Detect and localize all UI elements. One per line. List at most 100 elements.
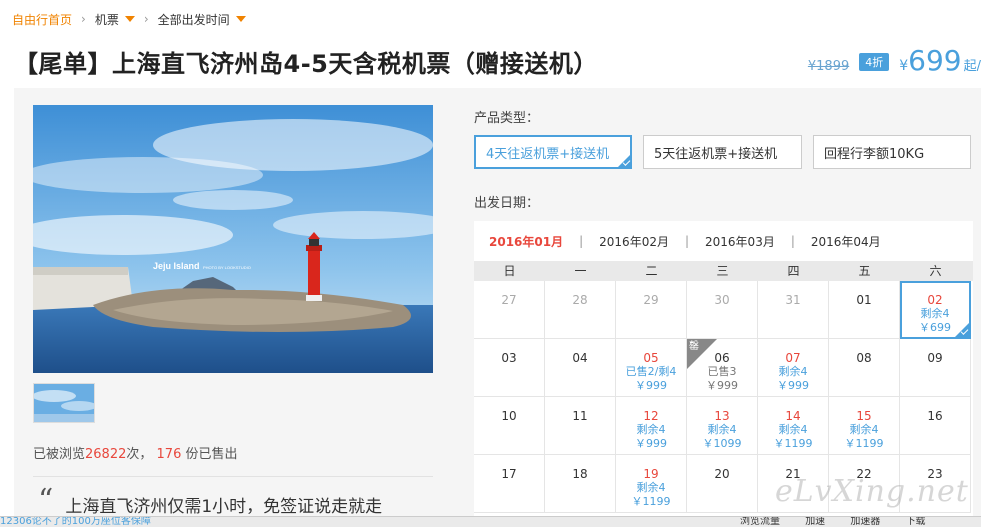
original-price: ¥1899 <box>807 59 850 74</box>
calendar-day-number: 19 <box>643 467 659 481</box>
current-price: 699 <box>908 44 962 77</box>
photo-caption-credit: PHOTO BY LOOKSTUDIO <box>203 265 251 270</box>
calendar-day-number: 08 <box>856 351 872 365</box>
product-type-option-2[interactable]: 5天往返机票+接送机 <box>643 135 802 169</box>
month-tab-feb[interactable]: 2016年02月 <box>599 233 669 250</box>
product-type-option-3[interactable]: 回程行李额10KG <box>813 135 971 169</box>
product-quote: “ 上海直飞济州仅需1小时，免签证说走就走 <box>38 483 383 518</box>
product-type-option-label: 4天往返机票+接送机 <box>486 146 610 162</box>
weekday-header: 日 一 二 三 四 五 六 <box>474 261 973 281</box>
calendar-day-availability: 剩余4 <box>849 423 879 436</box>
currency-symbol: ¥ <box>899 58 909 74</box>
month-tab-jan[interactable]: 2016年01月 <box>489 233 563 250</box>
weekday-label: 二 <box>645 264 658 278</box>
check-icon <box>617 154 631 168</box>
weekday-label: 五 <box>858 264 871 278</box>
calendar-day-cell[interactable]: 19 剩余4 ￥1199 <box>616 455 687 513</box>
status-bar-ad-link[interactable]: 12306论不了的100万座位客保障 <box>0 517 151 527</box>
status-bar-tool[interactable]: 下载 <box>906 517 926 527</box>
calendar-day-cell: 30 <box>687 281 758 339</box>
month-separator: | <box>790 234 795 248</box>
breadcrumb-departure-time-label: 全部出发时间 <box>157 12 230 27</box>
month-tab-mar[interactable]: 2016年03月 <box>705 233 775 250</box>
page-title: 【尾单】上海直飞济州岛4-5天含税机票（赠接送机） <box>14 50 598 78</box>
calendar-day-cell[interactable]: 13 剩余4 ￥1099 <box>687 397 758 455</box>
calendar-day-number: 18 <box>572 467 588 481</box>
calendar-day-cell[interactable]: 罄 06 已售3 ￥999 <box>687 339 758 397</box>
views-prefix: 已被浏览 <box>33 447 86 462</box>
calendar-day-availability: 剩余4 <box>636 481 666 494</box>
breadcrumb-flights-dropdown[interactable]: 机票 <box>95 11 135 28</box>
calendar-day-cell[interactable]: 14 剩余4 ￥1199 <box>758 397 829 455</box>
price-suffix: 起/ <box>963 59 981 74</box>
calendar-day-number: 10 <box>501 409 517 423</box>
breadcrumb-departure-time-dropdown[interactable]: 全部出发时间 <box>158 11 246 28</box>
calendar-day-cell: 11 <box>545 397 616 455</box>
sales-stats: 已被浏览26822次， 176 份已售出 <box>33 443 238 462</box>
calendar-day-availability: 已售2/剩4 <box>625 365 677 378</box>
calendar-day-number: 27 <box>501 293 517 307</box>
calendar-day-number: 15 <box>856 409 872 423</box>
calendar-day-number: 09 <box>927 351 943 365</box>
divider <box>33 476 433 477</box>
calendar-day-number: 01 <box>856 293 872 307</box>
calendar-day-number: 05 <box>643 351 659 365</box>
views-count: 26822 <box>85 447 127 462</box>
views-suffix: 次， <box>126 447 153 462</box>
calendar-day-number: 31 <box>785 293 801 307</box>
sold-out-tag: 罄 <box>687 339 717 369</box>
quote-icon: “ <box>38 483 54 518</box>
status-bar-tool[interactable]: 浏览流量 <box>740 517 780 527</box>
quote-text: 上海直飞济州仅需1小时，免签证说走就走 <box>65 497 383 517</box>
product-type-option-label: 5天往返机票+接送机 <box>654 146 778 162</box>
calendar-day-price: ￥1099 <box>702 437 742 450</box>
calendar-day-availability: 剩余4 <box>707 423 737 436</box>
calendar-day-price: ￥1199 <box>631 495 671 508</box>
check-icon <box>955 323 969 337</box>
calendar-day-cell: 04 <box>545 339 616 397</box>
calendar-day-price: ￥999 <box>706 379 738 392</box>
weekday-label: 四 <box>787 264 800 278</box>
calendar-day-cell: 27 <box>474 281 545 339</box>
calendar-day-number: 02 <box>927 293 943 307</box>
calendar-day-cell[interactable]: 02 剩余4 ￥699 <box>900 281 971 339</box>
chevron-right-icon: › <box>81 12 86 26</box>
month-tab-apr[interactable]: 2016年04月 <box>811 233 881 250</box>
calendar-day-number: 16 <box>927 409 943 423</box>
calendar-day-cell: 28 <box>545 281 616 339</box>
breadcrumb-home-link[interactable]: 自由行首页 <box>12 11 72 28</box>
calendar-day-number: 30 <box>714 293 730 307</box>
caret-down-icon <box>124 16 135 22</box>
weekday-label: 一 <box>574 264 587 278</box>
chevron-right-icon: › <box>143 12 149 26</box>
calendar-day-number: 29 <box>643 293 659 307</box>
calendar-day-cell: 29 <box>616 281 687 339</box>
calendar-day-availability: 剩余4 <box>778 423 808 436</box>
status-bar-tool[interactable]: 加速器 <box>850 517 880 527</box>
calendar-day-number: 04 <box>572 351 588 365</box>
month-tabs: 2016年01月 | 2016年02月 | 2016年03月 | 2016年04… <box>474 221 973 261</box>
calendar-day-cell[interactable]: 07 剩余4 ￥999 <box>758 339 829 397</box>
calendar-day-price: ￥999 <box>635 379 667 392</box>
calendar-day-cell[interactable]: 05 已售2/剩4 ￥999 <box>616 339 687 397</box>
calendar-day-cell: 18 <box>545 455 616 513</box>
product-type-option-1[interactable]: 4天往返机票+接送机 <box>474 135 632 169</box>
calendar-day-cell: 09 <box>900 339 971 397</box>
calendar-day-number: 28 <box>572 293 588 307</box>
calendar-day-cell: 01 <box>829 281 900 339</box>
calendar-day-cell[interactable]: 12 剩余4 ￥999 <box>616 397 687 455</box>
product-type-label: 产品类型： <box>474 111 540 126</box>
calendar-day-number: 11 <box>572 409 588 423</box>
product-panel: Jeju Island PHOTO BY LOOKSTUDIO 已被浏览2682… <box>14 88 981 527</box>
calendar-day-cell[interactable]: 15 剩余4 ￥1199 <box>829 397 900 455</box>
calendar-day-cell: 08 <box>829 339 900 397</box>
weekday-label: 日 <box>503 264 516 278</box>
calendar-day-number: 07 <box>785 351 801 365</box>
calendar-day-price: ￥999 <box>777 379 809 392</box>
status-bar-tool[interactable]: 加速 <box>805 517 825 527</box>
photo-thumbnail[interactable] <box>33 383 95 423</box>
calendar-day-cell: 03 <box>474 339 545 397</box>
sold-suffix: 份已售出 <box>181 447 238 462</box>
product-photo[interactable]: Jeju Island PHOTO BY LOOKSTUDIO <box>33 105 433 373</box>
calendar-day-number: 12 <box>643 409 659 423</box>
